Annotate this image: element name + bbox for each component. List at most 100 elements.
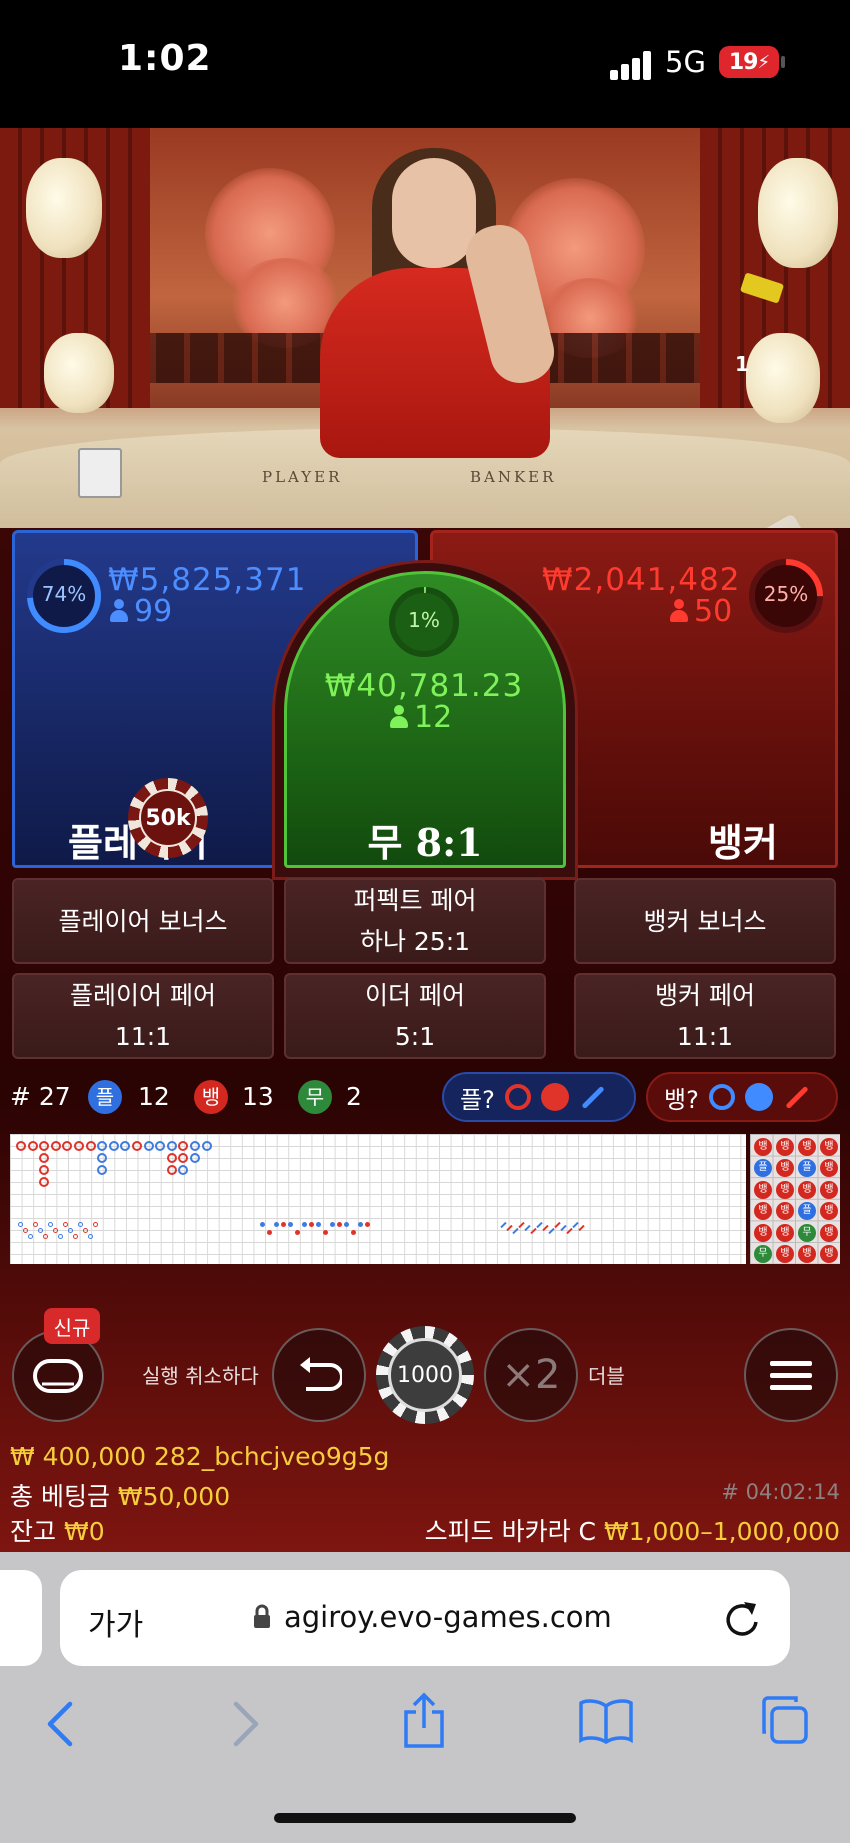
card-tray — [78, 448, 122, 498]
bead-marker: 뱅 — [754, 1223, 772, 1242]
road-marker — [97, 1153, 108, 1163]
menu-button[interactable] — [744, 1328, 838, 1422]
tie-win-count: 2 — [346, 1082, 362, 1111]
previous-tab[interactable] — [0, 1570, 42, 1666]
bead-marker: 뱅 — [820, 1223, 838, 1242]
side-bet-odds: 하나 25:1 — [359, 927, 471, 956]
road-marker — [143, 1141, 154, 1151]
road-marker — [201, 1141, 212, 1151]
road-marker — [63, 1222, 68, 1227]
road-marker — [560, 1224, 567, 1232]
lantern-icon — [746, 333, 820, 423]
road-marker — [512, 1227, 519, 1235]
banker-badge: 뱅 — [194, 1080, 228, 1114]
road-marker — [38, 1228, 43, 1233]
road-marker — [178, 1141, 189, 1151]
road-marker — [166, 1165, 177, 1175]
undo-button[interactable] — [272, 1328, 366, 1422]
road-marker — [43, 1234, 48, 1239]
road-marker — [536, 1221, 543, 1229]
road-marker — [155, 1141, 166, 1151]
player-pair-button[interactable]: 플레이어 페어 11:1 — [12, 973, 274, 1059]
banker-count-value: 50 — [694, 594, 733, 629]
player-bonus-button[interactable]: 플레이어 보너스 — [12, 878, 274, 964]
bead-marker: 플 — [798, 1202, 816, 1221]
bead-marker: 뱅 — [820, 1202, 838, 1221]
bead-marker: 무 — [754, 1245, 772, 1263]
share-icon[interactable] — [400, 1692, 448, 1750]
road-marker — [572, 1221, 579, 1229]
cell-signal-icon — [610, 50, 654, 80]
road-marker — [39, 1153, 50, 1163]
double-icon: ×2 — [501, 1352, 561, 1398]
road-marker — [93, 1222, 98, 1227]
player-bettor-count: 99 — [110, 594, 172, 629]
road-marker — [323, 1230, 328, 1235]
road-marker — [85, 1141, 96, 1151]
banker-predict-button[interactable]: 뱅? — [646, 1072, 838, 1122]
road-marker — [27, 1141, 38, 1151]
road-marker — [28, 1234, 33, 1239]
back-icon[interactable] — [44, 1700, 78, 1748]
road-marker — [302, 1222, 307, 1227]
tie-bettor-count: 12 — [390, 700, 452, 735]
red-ring-icon — [504, 1084, 531, 1110]
either-pair-button[interactable]: 이더 페어 5:1 — [284, 973, 546, 1059]
road-marker — [68, 1228, 73, 1233]
undo-label: 실행 취소하다 — [142, 1364, 259, 1388]
road-marker — [267, 1230, 272, 1235]
road-marker — [274, 1222, 279, 1227]
big-road-scoreboard[interactable] — [10, 1134, 746, 1264]
banker-bonus-button[interactable]: 뱅커 보너스 — [574, 878, 836, 964]
bead-marker: 뱅 — [776, 1138, 794, 1156]
reload-icon[interactable] — [724, 1600, 760, 1638]
text-size-button[interactable]: 가가 — [88, 1600, 143, 1644]
bead-marker: 플 — [798, 1159, 816, 1178]
table-limits-value: ₩1,000–1,000,000 — [603, 1517, 840, 1546]
road-marker — [578, 1224, 585, 1232]
road-marker — [281, 1222, 286, 1227]
side-bet-label: 플레이어 보너스 — [58, 906, 228, 936]
forward-icon[interactable] — [228, 1700, 262, 1748]
address-bar[interactable]: 가가 agiroy.evo-games.com — [60, 1570, 790, 1666]
bead-marker: 뱅 — [776, 1223, 794, 1242]
road-marker — [23, 1228, 28, 1233]
tie-percent: 1% — [408, 608, 440, 632]
road-marker — [190, 1153, 200, 1163]
road-marker — [566, 1227, 573, 1235]
road-marker — [39, 1141, 50, 1151]
double-button[interactable]: ×2 — [484, 1328, 578, 1422]
bookmarks-icon[interactable] — [578, 1698, 634, 1744]
bead-plate[interactable]: 뱅뱅뱅뱅플뱅플뱅뱅뱅뱅뱅뱅뱅플뱅뱅뱅무뱅무뱅뱅뱅 — [750, 1134, 840, 1264]
placed-chip: 50k — [128, 778, 208, 858]
road-marker — [39, 1165, 50, 1175]
perfect-pair-button[interactable]: 퍼펙트 페어 하나 25:1 — [284, 878, 546, 964]
road-marker — [365, 1222, 370, 1227]
bead-marker: 뱅 — [776, 1245, 794, 1263]
placed-chip-value: 50k — [139, 789, 197, 847]
road-marker — [330, 1222, 335, 1227]
road-marker — [309, 1222, 314, 1227]
total-bet-label: 총 베팅금 — [10, 1482, 110, 1511]
road-marker — [53, 1228, 58, 1233]
player-count-value: 99 — [134, 594, 173, 629]
banker-pair-button[interactable]: 뱅커 페어 11:1 — [574, 973, 836, 1059]
tie-total-amount: ₩40,781.23 — [324, 668, 524, 704]
road-marker — [506, 1224, 513, 1232]
banker-total-amount: ₩2,041,482 — [542, 562, 741, 598]
road-marker — [166, 1141, 177, 1151]
bead-marker: 뱅 — [820, 1245, 838, 1263]
road-marker — [18, 1222, 23, 1227]
side-bet-odds: 5:1 — [394, 1022, 436, 1051]
road-marker — [58, 1234, 63, 1239]
banker-label: 뱅커 — [708, 821, 778, 865]
player-predict-button[interactable]: 플? — [442, 1072, 636, 1122]
tie-label: 무 8:1 — [367, 820, 483, 865]
chip-selector[interactable]: 1000 — [376, 1326, 474, 1424]
bead-marker: 무 — [798, 1223, 816, 1242]
user-icon — [110, 599, 128, 623]
bead-marker: 뱅 — [754, 1138, 772, 1156]
road-marker — [337, 1222, 342, 1227]
tabs-icon[interactable] — [758, 1694, 810, 1746]
road-marker — [288, 1222, 293, 1227]
